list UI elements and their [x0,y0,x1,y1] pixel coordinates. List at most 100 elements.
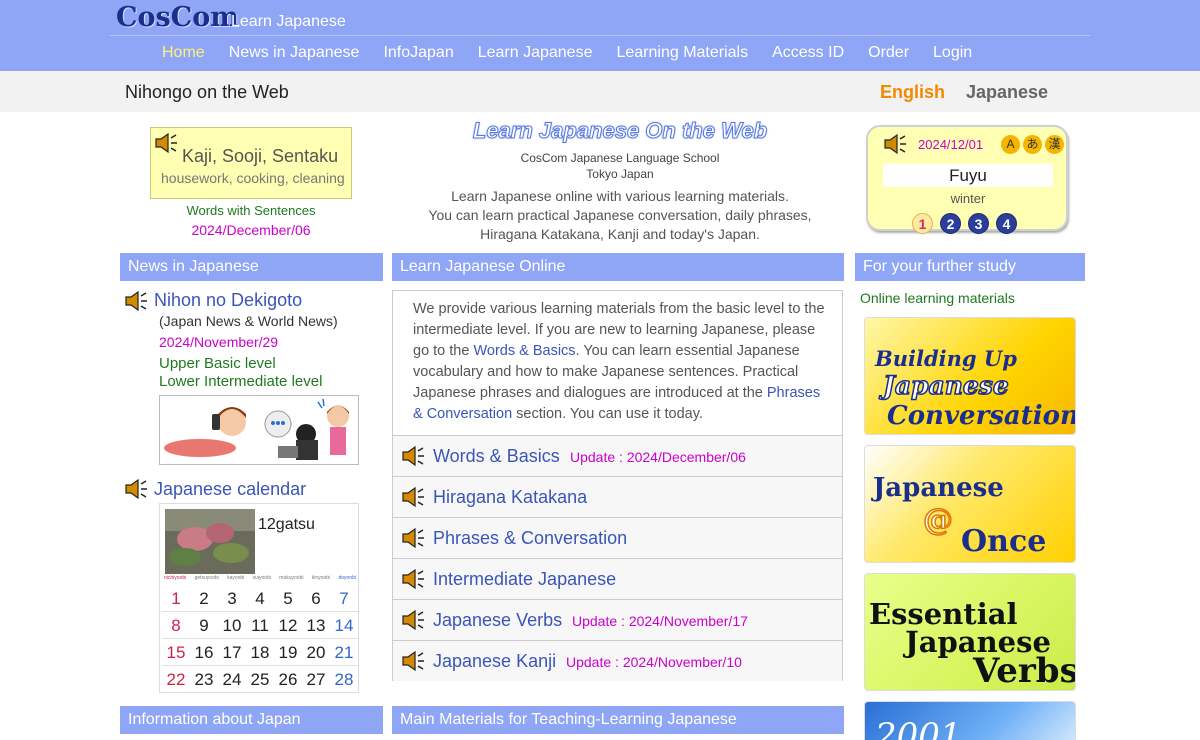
section-header-info-japan: Information about Japan [120,706,383,734]
intro-line: Hiragana Katakana, Kanji and today's Jap… [480,226,760,242]
speaker-icon[interactable] [153,132,179,154]
news-title-link[interactable]: Nihon no Dekigoto [154,290,302,311]
word-of-the-day-card: 2024/12/01 A あ 漢 Fuyu winter 1 2 3 4 [866,125,1068,234]
nav-infojapan[interactable]: InfoJapan [383,44,453,62]
word-page-4[interactable]: 4 [996,213,1017,234]
word-of-the-day-meaning: winter [950,191,986,206]
main-nav: Home News in Japanese InfoJapan Learn Ja… [162,44,972,62]
script-toggle-group: A あ 漢 [1001,135,1064,154]
calendar-day-names: nichiyoobi getsuyoobi kayoobi suiyoobi m… [164,575,356,581]
section-header-learn: Learn Japanese Online [392,253,844,281]
featured-word-card[interactable]: Kaji, Sooji, Sentaku housework, cooking,… [150,127,352,199]
calendar-day: 15 [166,643,186,662]
calendar-day: 18 [250,643,270,662]
speaker-icon [400,568,426,590]
book-title-line: Conversation [887,401,1076,431]
language-japanese-link[interactable]: Japanese [966,82,1048,103]
featured-word-title: Kaji, Sooji, Sentaku [182,146,339,166]
calendar-day: 2 [199,589,209,608]
speaker-icon[interactable] [123,478,149,500]
calendar-day: 26 [278,670,298,689]
learn-item-japanese-kanji[interactable]: Japanese Kanji Update : 2024/November/10 [393,640,842,681]
learn-item-update: Update : 2024/November/17 [572,613,748,629]
featured-word-meaning: housework, cooking, cleaning [161,170,345,186]
calendar-day: 20 [306,643,326,662]
learn-online-panel: We provide various learning materials fr… [392,290,843,681]
nav-learn-japanese[interactable]: Learn Japanese [478,44,593,62]
news-illustration[interactable] [159,395,359,465]
learn-item-japanese-verbs[interactable]: Japanese Verbs Update : 2024/November/17 [393,599,842,640]
speaker-icon[interactable] [123,290,149,312]
word-pager: 1 2 3 4 [912,213,1017,234]
learn-item-label: Intermediate Japanese [433,569,617,589]
learn-item-label: Japanese Kanji [433,651,557,671]
book-title-line: Building Up [874,346,1017,371]
book-title-line: Once [961,524,1046,559]
calendar-day: 21 [334,643,354,662]
intro-school: CosCom Japanese Language School [520,151,720,165]
intro-title: Learn Japanese On the Web [472,118,768,144]
brand-logo[interactable]: CosCom [116,2,239,33]
calendar-day: 5 [283,589,293,608]
nav-home[interactable]: Home [162,44,205,62]
news-level-upper-basic: Upper Basic level [159,355,276,372]
script-toggle-romaji[interactable]: A [1001,135,1020,154]
book-essential-japanese-verbs[interactable]: Essential Japanese Verbs [864,573,1076,691]
calendar-day: 16 [194,643,214,662]
word-page-3[interactable]: 3 [968,213,989,234]
calendar-title-link[interactable]: Japanese calendar [154,479,306,500]
news-date: 2024/November/29 [159,334,279,350]
calendar-widget[interactable]: 12gatsu nichiyoobi getsuyoobi kayoobi su… [159,503,359,693]
nav-access-id[interactable]: Access ID [772,44,844,62]
script-toggle-kanji[interactable]: 漢 [1045,135,1064,154]
nav-news-in-japanese[interactable]: News in Japanese [229,44,360,62]
calendar-day: 7 [339,589,349,608]
learn-item-phrases-conversation[interactable]: Phrases & Conversation [393,517,842,558]
calendar-day: 6 [311,589,321,608]
intro-line: Learn Japanese online with various learn… [451,188,789,204]
speaker-icon [400,527,426,549]
speaker-icon[interactable] [882,133,908,155]
calendar-day: 3 [227,589,237,608]
nav-login[interactable]: Login [933,44,972,62]
intro-text: Learn Japanese online with various learn… [392,187,848,244]
learn-item-update: Update : 2024/December/06 [570,449,746,465]
section-header-main-materials: Main Materials for Teaching-Learning Jap… [392,706,844,734]
calendar-week: 22 23 24 25 26 27 28 [162,666,358,693]
calendar-day: 8 [171,616,181,635]
book-title-line: Japanese [871,473,1004,503]
calendar-day: 24 [222,670,242,689]
nav-learning-materials[interactable]: Learning Materials [616,44,748,62]
book-japanese-at-once[interactable]: Japanese @ Once [864,445,1076,563]
calendar-day: 12 [278,616,298,635]
featured-date: 2024/December/06 [191,222,311,238]
book-title-line: Japanese [879,371,1009,400]
section-header-further-study: For your further study [855,253,1085,281]
learn-item-words-basics[interactable]: Words & Basics Update : 2024/December/06 [393,435,842,476]
book-title-line: 2001 [874,716,962,740]
learn-item-hiragana-katakana[interactable]: Hiragana Katakana [393,476,842,517]
learn-item-label: Phrases & Conversation [433,528,628,548]
learn-item-intermediate-japanese[interactable]: Intermediate Japanese [393,558,842,599]
day-name: suiyoobi [252,575,271,581]
calendar-day: 13 [306,616,326,635]
language-english-link[interactable]: English [880,82,945,103]
calendar-month: 12gatsu [258,516,315,533]
book-2001[interactable]: 2001 [864,701,1076,740]
news-level-lower-intermediate: Lower Intermediate level [159,373,323,390]
word-page-2[interactable]: 2 [940,213,961,234]
online-materials-link[interactable]: Online learning materials [860,290,1015,306]
news-subtitle: (Japan News & World News) [159,313,338,329]
learn-item-label: Japanese Verbs [433,610,563,630]
book-building-up-conversation[interactable]: Building Up Japanese Conversation [864,317,1076,435]
calendar-day: 22 [166,670,186,689]
script-toggle-hiragana[interactable]: あ [1023,135,1042,154]
words-basics-inline-link[interactable]: Words & Basics [473,343,575,359]
word-page-1[interactable]: 1 [912,213,933,234]
calendar-day: 19 [278,643,298,662]
nav-order[interactable]: Order [868,44,909,62]
calendar-grid: 1 2 3 4 5 6 7 8 9 10 11 12 13 14 15 16 1… [162,585,358,693]
speaker-icon [400,486,426,508]
calendar-day: 17 [222,643,242,662]
calendar-day: 4 [255,589,265,608]
